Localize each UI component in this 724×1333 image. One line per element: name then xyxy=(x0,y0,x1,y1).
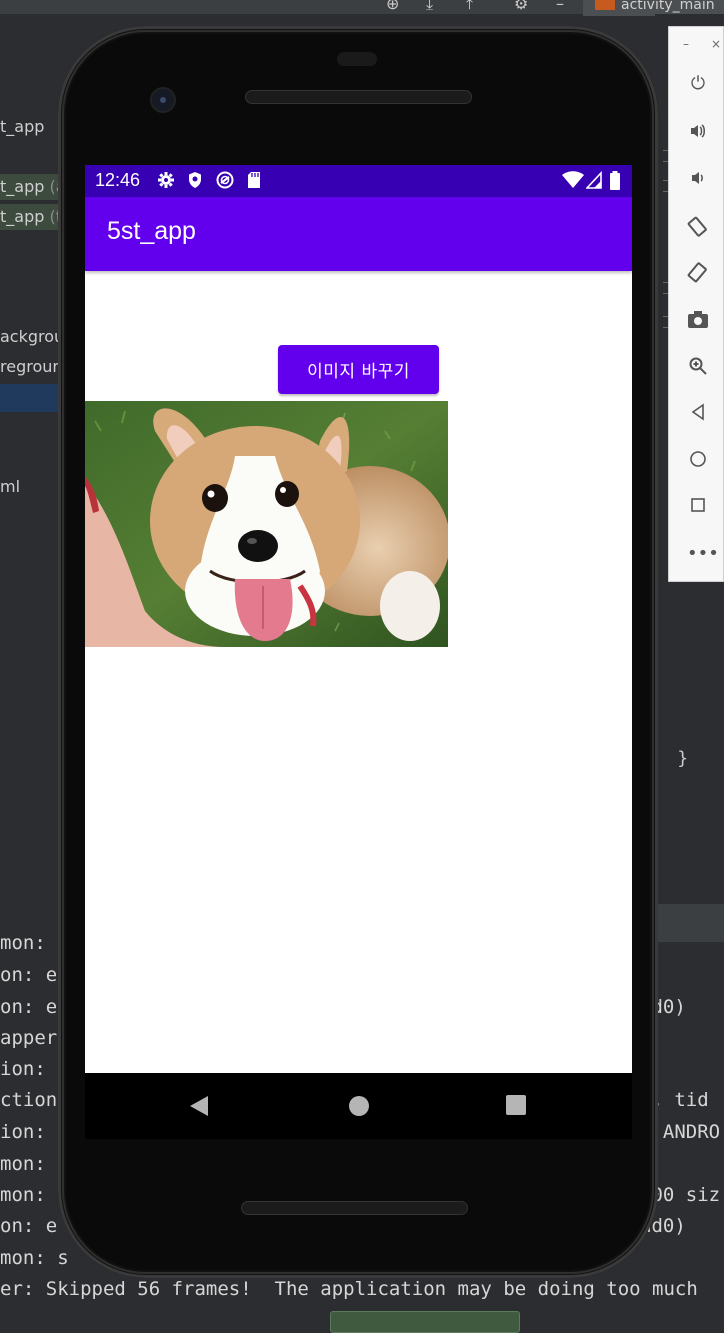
navigation-bar xyxy=(85,1073,632,1139)
camera-icon[interactable] xyxy=(687,309,709,331)
settings-icon xyxy=(157,171,175,193)
ide-download-icon[interactable]: ⤓ xyxy=(426,0,433,14)
home-icon[interactable] xyxy=(687,450,709,472)
ide-upload-icon[interactable]: ⤒ xyxy=(466,0,473,14)
project-tree-item[interactable]: t_app (t xyxy=(0,204,60,230)
log-line: mon: s xyxy=(0,1247,69,1269)
project-tree-item-selected[interactable] xyxy=(0,384,60,412)
ide-bottom-button[interactable] xyxy=(330,1311,520,1333)
ide-settings-icon[interactable]: ⚙ xyxy=(514,0,528,13)
log-line: ion: xyxy=(0,1121,58,1143)
nav-back-icon[interactable] xyxy=(189,1095,209,1117)
status-bar: 12:46 xyxy=(85,165,632,197)
app-bar: 5st_app xyxy=(85,197,632,271)
overview-icon[interactable] xyxy=(687,497,709,519)
zoom-icon[interactable] xyxy=(687,356,709,378)
project-tree-item[interactable]: ackgrou xyxy=(0,324,60,350)
emulator-close-button[interactable]: × xyxy=(711,37,721,51)
more-icon[interactable]: ••• xyxy=(687,543,719,565)
wifi-icon xyxy=(562,171,584,193)
logcat-header xyxy=(655,904,724,942)
log-line: apper xyxy=(0,1027,58,1049)
emulator-minimize-button[interactable]: – xyxy=(683,37,689,51)
proximity-sensor xyxy=(337,52,377,66)
volume-down-icon[interactable] xyxy=(687,168,709,190)
sd-card-icon xyxy=(247,171,261,193)
tree-item-label: t_app xyxy=(0,207,45,226)
log-line: on: e xyxy=(0,964,58,986)
nav-home-icon[interactable] xyxy=(348,1095,370,1117)
corgi-puppy-image xyxy=(85,401,448,647)
tree-item-label: t_app xyxy=(0,117,45,136)
tree-item-label: regroun xyxy=(0,357,60,376)
project-tree-item[interactable]: t_app (a xyxy=(0,174,60,200)
power-icon[interactable]: ⏻ xyxy=(687,73,709,95)
tree-item-label: ml xyxy=(0,477,21,496)
log-line: ion: xyxy=(0,1058,58,1080)
project-tree-item[interactable]: t_app xyxy=(0,114,60,140)
top-speaker xyxy=(245,90,472,104)
project-tree-item[interactable]: ml xyxy=(0,474,60,500)
editor-tab-label: activity_main xyxy=(621,0,715,13)
cell-signal-icon xyxy=(585,170,602,193)
status-time: 12:46 xyxy=(95,170,141,190)
sync-status-icon xyxy=(216,171,234,193)
project-tree: t_app t_app (a t_app (t ackgrou regroun … xyxy=(0,14,60,904)
app-title: 5st_app xyxy=(107,217,196,245)
xml-file-icon xyxy=(595,0,615,10)
log-line: mon: xyxy=(0,932,58,954)
log-line: on: e xyxy=(0,996,58,1018)
log-line: mon: xyxy=(0,1184,58,1206)
device-screen[interactable]: 12:46 5st_app 이미지 바꾸기 xyxy=(85,165,632,1073)
project-tree-item[interactable]: regroun xyxy=(0,354,60,380)
log-line: mon: xyxy=(0,1153,58,1175)
nav-overview-icon[interactable] xyxy=(506,1095,526,1115)
front-camera xyxy=(150,87,176,113)
ide-minimize-icon[interactable]: – xyxy=(556,0,564,13)
rotate-left-icon[interactable] xyxy=(687,215,709,237)
tree-item-label: t_app xyxy=(0,177,45,196)
code-brace: } xyxy=(677,748,689,769)
back-icon[interactable] xyxy=(687,403,709,425)
battery-icon xyxy=(609,171,621,195)
ide-sync-icon[interactable]: ⊕ xyxy=(386,0,399,13)
tree-item-label: ackgrou xyxy=(0,327,60,346)
emulator-toolbar: – × ⏻ ••• xyxy=(668,26,724,582)
bottom-speaker xyxy=(241,1201,468,1215)
change-image-button[interactable]: 이미지 바꾸기 xyxy=(278,345,439,394)
log-line: on: e xyxy=(0,1215,58,1237)
log-line: er: Skipped 56 frames! The application m… xyxy=(0,1278,698,1300)
shield-icon xyxy=(187,171,203,193)
log-line: ction xyxy=(0,1089,58,1111)
volume-up-icon[interactable] xyxy=(687,121,709,143)
rotate-right-icon[interactable] xyxy=(687,262,709,284)
